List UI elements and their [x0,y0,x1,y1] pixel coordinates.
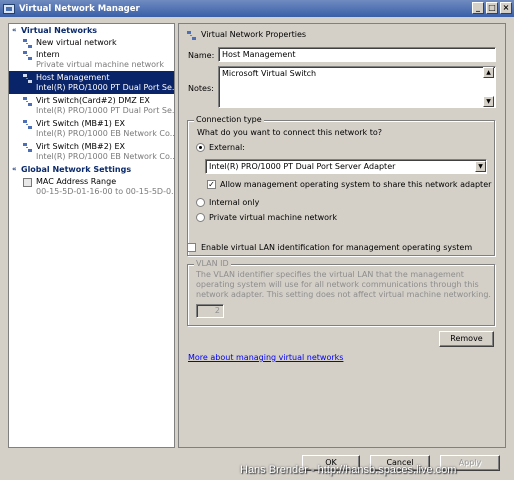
watermark-text: Hans Brender - http://hansb.spaces.live.… [240,464,457,476]
private-network-label: Private virtual machine network [209,213,337,222]
name-field[interactable]: Host Management [218,47,496,62]
allow-management-label: Allow management operating system to sha… [220,180,492,189]
network-icon [23,39,32,48]
external-label: External: [209,143,245,152]
enable-vlan-checkbox[interactable] [187,243,196,252]
notes-text: Microsoft Virtual Switch [222,69,317,78]
maximize-button[interactable]: □ [486,2,498,14]
mac-address-range-item[interactable]: MAC Address Range 00-15-5D-01-16-00 to 0… [9,175,174,198]
scroll-up-icon[interactable]: ▲ [483,67,494,78]
vlan-description: The VLAN identifier specifies the virtua… [196,270,491,299]
remove-button[interactable]: Remove [439,331,494,347]
network-item-mb2[interactable]: Virt Switch (MB#2) EX Intel(R) PRO/1000 … [9,140,174,163]
global-settings-header[interactable]: « Global Network Settings [9,163,174,175]
notes-label: Notes: [188,84,214,93]
network-item-new[interactable]: New virtual network [9,36,174,48]
external-radio[interactable] [196,143,205,152]
network-icon [23,74,32,83]
internal-only-radio[interactable] [196,198,205,207]
mac-address-icon [23,178,32,187]
adapter-value: Intel(R) PRO/1000 PT Dual Port Server Ad… [209,162,396,171]
collapse-chevron-icon[interactable]: « [12,26,21,34]
network-icon [23,120,32,129]
properties-header: Virtual Network Properties [201,30,307,39]
network-item-host-management[interactable]: Host Management Intel(R) PRO/1000 PT Dua… [9,71,174,94]
title-bar[interactable]: Virtual Network Manager _ □ × [0,0,514,17]
name-label: Name: [188,51,215,60]
properties-pane: Virtual Network Properties Name: Host Ma… [178,23,506,448]
window-title: Virtual Network Manager [19,3,140,14]
vlan-id-field[interactable]: 2 [196,304,224,318]
connection-type-legend: Connection type [194,115,264,124]
network-icon [23,51,32,60]
network-list-pane: « Virtual Networks New virtual network I… [8,23,175,448]
network-properties-icon [187,31,196,40]
minimize-button[interactable]: _ [472,2,484,14]
vlan-legend: VLAN ID [194,259,231,268]
adapter-dropdown[interactable]: Intel(R) PRO/1000 PT Dual Port Server Ad… [205,159,487,174]
connection-question: What do you want to connect this network… [197,128,382,137]
allow-management-checkbox[interactable]: ✓ [207,180,216,189]
network-item-intern[interactable]: Intern Private virtual machine network [9,48,174,71]
more-info-link[interactable]: More about managing virtual networks [188,353,343,362]
dropdown-arrow-icon[interactable]: ▼ [475,161,486,172]
collapse-chevron-icon[interactable]: « [12,165,21,173]
virtual-networks-header[interactable]: « Virtual Networks [9,24,174,36]
scroll-down-icon[interactable]: ▼ [483,96,494,107]
network-icon [23,143,32,152]
virtual-network-manager-icon [3,3,15,14]
private-network-radio[interactable] [196,213,205,222]
internal-only-label: Internal only [209,198,260,207]
enable-vlan-label: Enable virtual LAN identification for ma… [201,243,473,252]
network-icon [23,97,32,106]
close-button[interactable]: × [500,2,512,14]
window-controls: _ □ × [472,2,512,14]
network-item-dmz[interactable]: Virt Switch(Card#2) DMZ EX Intel(R) PRO/… [9,94,174,117]
network-item-mb1[interactable]: Virt Switch (MB#1) EX Intel(R) PRO/1000 … [9,117,174,140]
notes-field[interactable]: Microsoft Virtual Switch [218,66,496,108]
